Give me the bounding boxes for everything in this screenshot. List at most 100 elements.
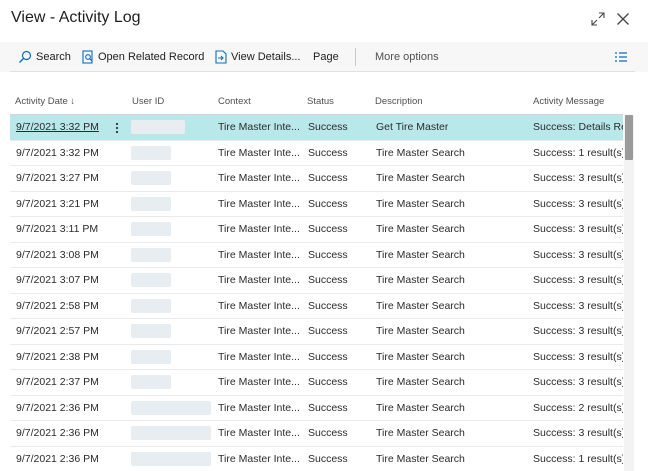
context-cell: Tire Master Inte... [218, 172, 300, 184]
status-cell: Success [308, 452, 348, 465]
list-view-button[interactable] [615, 42, 631, 72]
activity-date-cell[interactable]: 9/7/2021 3:27 PM [16, 166, 99, 192]
column-header-status[interactable]: Status [307, 96, 334, 107]
status-cell: Success [308, 248, 348, 261]
status-cell: Success [308, 427, 348, 439]
view-details-button[interactable]: View Details... [215, 42, 301, 72]
context-cell: Tire Master Inte... [218, 197, 300, 210]
user-id-redacted [131, 298, 171, 313]
activity-date-cell[interactable]: 9/7/2021 2:37 PM [16, 370, 99, 396]
table-row[interactable]: 9/7/2021 3:32 PM Tire Master Inte... Succe… [10, 115, 623, 141]
description-cell: Tire Master Search [376, 223, 465, 235]
view-details-label: View Details... [231, 51, 301, 63]
user-id-redacted [131, 324, 171, 338]
table-row[interactable]: 9/7/2021 2:36 PM Tire Master Inte... Succe… [10, 421, 623, 447]
user-id-redacted [131, 120, 185, 134]
status-cell: Success [308, 376, 348, 388]
description-cell: Tire Master Search [376, 427, 465, 439]
more-options-button[interactable]: More options [375, 42, 439, 72]
page-label: Page [313, 51, 339, 63]
user-id-redacted [131, 196, 171, 211]
column-header-user-id[interactable]: User ID [132, 96, 164, 107]
table-row[interactable]: 9/7/2021 2:38 PM Tire Master Inte... Succe… [10, 345, 623, 371]
search-icon [19, 50, 32, 63]
activity-message-cell: Success: 3 result(s) [533, 376, 623, 388]
column-header-context[interactable]: Context [218, 96, 251, 107]
page-button[interactable]: Page [313, 42, 339, 72]
user-id-redacted [131, 222, 171, 236]
context-cell: Tire Master Inte... [218, 121, 300, 133]
toolbar-separator [355, 48, 356, 66]
description-cell: Tire Master Search [376, 172, 465, 184]
activity-date-cell[interactable]: 9/7/2021 2:36 PM [16, 421, 99, 447]
description-cell: Tire Master Search [376, 350, 465, 363]
table-row[interactable]: 9/7/2021 2:36 PM Tire Master Inte... Succe… [10, 447, 623, 471]
user-id-redacted [131, 426, 211, 440]
context-cell: Tire Master Inte... [218, 248, 300, 261]
activity-date-cell[interactable]: 9/7/2021 2:57 PM [16, 319, 99, 345]
column-header-activity-date[interactable]: Activity Date ↓ [15, 96, 75, 107]
activity-date-cell[interactable]: 9/7/2021 3:08 PM [16, 243, 99, 269]
table-row[interactable]: 9/7/2021 3:27 PM Tire Master Inte... Succe… [10, 166, 623, 192]
table-row[interactable]: 9/7/2021 2:36 PM Tire Master Inte... Succe… [10, 396, 623, 422]
activity-date-cell[interactable]: 9/7/2021 3:11 PM [16, 217, 98, 243]
activity-message-cell: Success: 3 result(s) [533, 197, 623, 210]
table-row[interactable]: 9/7/2021 2:58 PM Tire Master Inte... Succe… [10, 294, 623, 320]
activity-message-cell: Success: 2 result(s) [533, 401, 623, 414]
activity-date-cell[interactable]: 9/7/2021 3:32 PM [16, 115, 99, 141]
activity-date-cell[interactable]: 9/7/2021 2:38 PM [16, 345, 99, 371]
status-cell: Success [308, 146, 348, 159]
open-related-record-label: Open Related Record [98, 51, 205, 63]
expand-icon [591, 12, 605, 26]
more-vertical-icon [115, 122, 119, 133]
column-header-activity-message[interactable]: Activity Message [533, 96, 604, 107]
status-cell: Success [308, 172, 348, 184]
status-cell: Success [308, 401, 348, 414]
activity-message-cell: Success: 3 result(s) [533, 325, 623, 337]
user-id-redacted [131, 171, 171, 185]
context-cell: Tire Master Inte... [218, 376, 300, 388]
context-cell: Tire Master Inte... [218, 223, 300, 235]
activity-message-cell: Success: Details Rec [533, 121, 623, 133]
open-related-record-button[interactable]: Open Related Record [82, 42, 204, 72]
activity-date-cell[interactable]: 9/7/2021 2:58 PM [16, 294, 99, 320]
activity-message-cell: Success: 1 result(s) [533, 146, 623, 159]
close-button[interactable] [614, 10, 632, 28]
search-button[interactable]: Search [18, 42, 71, 72]
table-row[interactable]: 9/7/2021 3:07 PM Tire Master Inte... Succe… [10, 268, 623, 294]
search-label: Search [36, 51, 71, 63]
row-actions-button[interactable] [110, 115, 124, 140]
activity-date-cell[interactable]: 9/7/2021 2:36 PM [16, 447, 99, 471]
description-cell: Tire Master Search [376, 274, 465, 286]
status-cell: Success [308, 197, 348, 210]
vertical-scrollbar-thumb[interactable] [625, 115, 633, 160]
activity-message-cell: Success: 3 result(s) [533, 350, 623, 363]
description-cell: Tire Master Search [376, 248, 465, 261]
activity-message-cell: Success: 3 result(s) [533, 427, 623, 439]
user-id-redacted [131, 349, 171, 364]
activity-message-cell: Success: 3 result(s) [533, 299, 623, 312]
context-cell: Tire Master Inte... [218, 401, 300, 414]
window-title: View - Activity Log [11, 9, 141, 26]
list-view-icon [615, 52, 627, 62]
description-cell: Tire Master Search [376, 146, 465, 159]
context-cell: Tire Master Inte... [218, 325, 300, 337]
user-id-redacted [131, 145, 171, 160]
activity-date-cell[interactable]: 9/7/2021 3:07 PM [16, 268, 99, 294]
status-cell: Success [308, 299, 348, 312]
activity-date-cell[interactable]: 9/7/2021 3:32 PM [16, 141, 99, 167]
vertical-scrollbar-track[interactable] [624, 115, 634, 471]
description-cell: Tire Master Search [376, 299, 465, 312]
table-row[interactable]: 9/7/2021 2:57 PM Tire Master Inte... Succe… [10, 319, 623, 345]
table-row[interactable]: 9/7/2021 3:11 PM Tire Master Inte... Succe… [10, 217, 623, 243]
table-row[interactable]: 9/7/2021 2:37 PM Tire Master Inte... Succe… [10, 370, 623, 396]
column-header-description[interactable]: Description [375, 96, 423, 107]
activity-date-cell[interactable]: 9/7/2021 3:21 PM [16, 192, 99, 218]
table-row[interactable]: 9/7/2021 3:32 PM Tire Master Inte... Succe… [10, 141, 623, 167]
table-row[interactable]: 9/7/2021 3:21 PM Tire Master Inte... Succe… [10, 192, 623, 218]
description-cell: Tire Master Search [376, 401, 465, 414]
activity-date-cell[interactable]: 9/7/2021 2:36 PM [16, 396, 99, 422]
expand-button[interactable] [589, 10, 607, 28]
table-row[interactable]: 9/7/2021 3:08 PM Tire Master Inte... Succe… [10, 243, 623, 269]
activity-message-cell: Success: 3 result(s) [533, 274, 623, 286]
